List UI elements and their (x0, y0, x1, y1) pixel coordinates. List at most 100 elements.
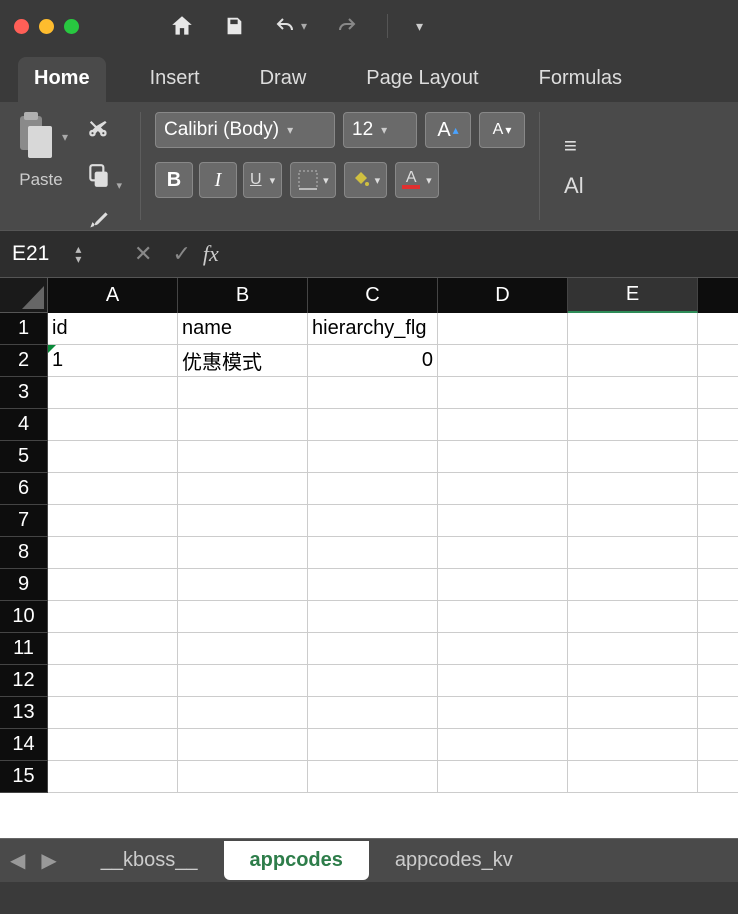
cell-F3[interactable] (698, 377, 738, 409)
cell-C10[interactable] (308, 601, 438, 633)
font-size-select[interactable]: 12▾ (343, 112, 417, 148)
row-header-13[interactable]: 13 (0, 697, 48, 729)
cell-A5[interactable] (48, 441, 178, 473)
cell-A11[interactable] (48, 633, 178, 665)
cell-E4[interactable] (568, 409, 698, 441)
cell-D5[interactable] (438, 441, 568, 473)
name-box[interactable]: E21 ▴▾ (12, 242, 122, 266)
cancel-formula-icon[interactable]: ✕ (134, 241, 152, 267)
cell-D2[interactable] (438, 345, 568, 377)
cell-F6[interactable] (698, 473, 738, 505)
cell-C5[interactable] (308, 441, 438, 473)
cell-E11[interactable] (568, 633, 698, 665)
cell-C7[interactable] (308, 505, 438, 537)
tab-insert[interactable]: Insert (134, 57, 216, 102)
copy-icon[interactable]: ▾ (82, 159, 126, 198)
cell-A8[interactable] (48, 537, 178, 569)
row-header-7[interactable]: 7 (0, 505, 48, 537)
sheet-tab-kboss[interactable]: __kboss__ (75, 841, 224, 880)
cell-D10[interactable] (438, 601, 568, 633)
cut-icon[interactable] (82, 114, 126, 153)
cell-B1[interactable]: name (178, 313, 308, 345)
cell-C4[interactable] (308, 409, 438, 441)
cell-D12[interactable] (438, 665, 568, 697)
window-zoom-button[interactable] (64, 19, 79, 34)
font-name-select[interactable]: Calibri (Body)▾ (155, 112, 335, 148)
cell-A14[interactable] (48, 729, 178, 761)
cell-A7[interactable] (48, 505, 178, 537)
cell-C6[interactable] (308, 473, 438, 505)
cell-D15[interactable] (438, 761, 568, 793)
underline-button[interactable]: U▾ (243, 162, 282, 198)
home-icon[interactable] (169, 13, 195, 39)
cell-F15[interactable] (698, 761, 738, 793)
cell-C11[interactable] (308, 633, 438, 665)
cell-C3[interactable] (308, 377, 438, 409)
save-icon[interactable] (223, 15, 245, 37)
cell-D7[interactable] (438, 505, 568, 537)
cell-E12[interactable] (568, 665, 698, 697)
cell-C2[interactable]: 0 (308, 345, 438, 377)
cell-B9[interactable] (178, 569, 308, 601)
sheet-nav-prev-icon[interactable]: ◀ (10, 848, 25, 873)
row-header-4[interactable]: 4 (0, 409, 48, 441)
cell-D11[interactable] (438, 633, 568, 665)
cell-B15[interactable] (178, 761, 308, 793)
row-header-8[interactable]: 8 (0, 537, 48, 569)
cell-F13[interactable] (698, 697, 738, 729)
decrease-font-button[interactable]: A▾ (479, 112, 525, 148)
cell-A1[interactable]: id (48, 313, 178, 345)
row-header-14[interactable]: 14 (0, 729, 48, 761)
row-header-3[interactable]: 3 (0, 377, 48, 409)
col-header-E[interactable]: E (568, 278, 698, 313)
cell-E6[interactable] (568, 473, 698, 505)
cell-F8[interactable] (698, 537, 738, 569)
borders-button[interactable]: ▾ (290, 162, 336, 198)
cell-E13[interactable] (568, 697, 698, 729)
cell-C12[interactable] (308, 665, 438, 697)
font-color-button[interactable]: A ▾ (395, 162, 439, 198)
cell-A6[interactable] (48, 473, 178, 505)
row-header-5[interactable]: 5 (0, 441, 48, 473)
cell-D1[interactable] (438, 313, 568, 345)
cell-E9[interactable] (568, 569, 698, 601)
cell-F4[interactable] (698, 409, 738, 441)
cell-B10[interactable] (178, 601, 308, 633)
cells-area[interactable]: idnamehierarchy_flg1优惠模式0 (48, 313, 738, 793)
redo-button[interactable] (335, 14, 359, 38)
cell-F9[interactable] (698, 569, 738, 601)
cell-B14[interactable] (178, 729, 308, 761)
cell-C15[interactable] (308, 761, 438, 793)
cell-E3[interactable] (568, 377, 698, 409)
sheet-nav-next-icon[interactable]: ▶ (41, 848, 56, 873)
cell-A13[interactable] (48, 697, 178, 729)
formula-input[interactable] (231, 243, 726, 266)
cell-C8[interactable] (308, 537, 438, 569)
cell-A3[interactable] (48, 377, 178, 409)
paste-dropdown-icon[interactable]: ▾ (62, 130, 68, 144)
cell-F7[interactable] (698, 505, 738, 537)
cell-A12[interactable] (48, 665, 178, 697)
fx-icon[interactable]: fx (203, 241, 219, 267)
cell-C9[interactable] (308, 569, 438, 601)
cell-E5[interactable] (568, 441, 698, 473)
tab-formulas[interactable]: Formulas (523, 57, 638, 102)
cell-F10[interactable] (698, 601, 738, 633)
italic-button[interactable]: I (199, 162, 237, 198)
cell-E10[interactable] (568, 601, 698, 633)
row-header-11[interactable]: 11 (0, 633, 48, 665)
cell-B5[interactable] (178, 441, 308, 473)
cell-D4[interactable] (438, 409, 568, 441)
col-header-A[interactable]: A (48, 278, 178, 313)
cell-B11[interactable] (178, 633, 308, 665)
align-top-icon[interactable]: ≡ (564, 133, 584, 159)
cell-B6[interactable] (178, 473, 308, 505)
qat-customize-icon[interactable]: ▾ (416, 18, 423, 35)
tab-draw[interactable]: Draw (244, 57, 323, 102)
cell-F14[interactable] (698, 729, 738, 761)
cell-D8[interactable] (438, 537, 568, 569)
col-header-C[interactable]: C (308, 278, 438, 313)
cell-B3[interactable] (178, 377, 308, 409)
cell-A10[interactable] (48, 601, 178, 633)
increase-font-button[interactable]: A▴ (425, 112, 471, 148)
